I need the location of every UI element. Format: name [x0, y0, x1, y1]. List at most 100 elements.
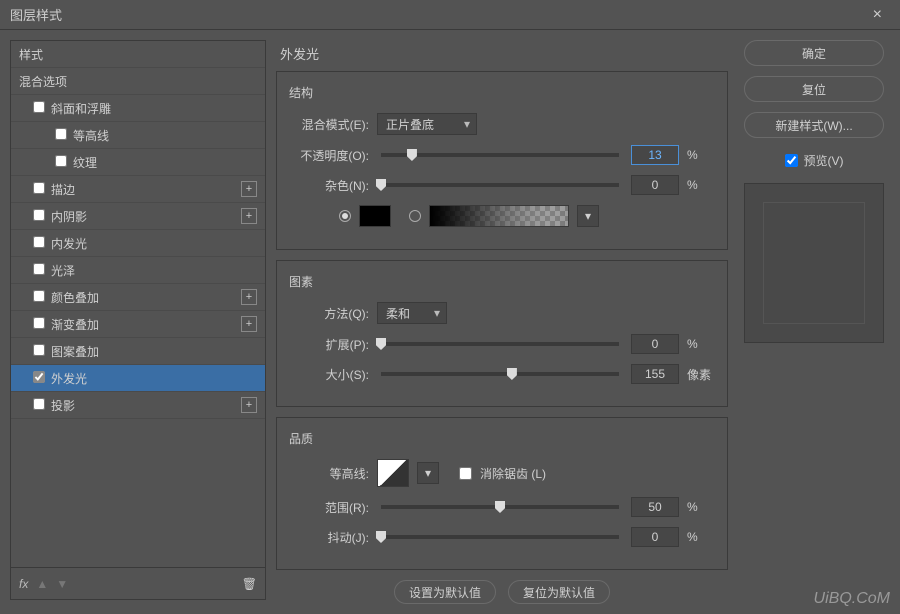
- spread-label: 扩展(P):: [289, 336, 369, 353]
- outer-glow-checkbox[interactable]: [33, 371, 45, 383]
- contour-dropdown-icon[interactable]: ▾: [417, 462, 439, 484]
- sidebar-pattern-overlay[interactable]: 图案叠加: [11, 338, 265, 365]
- opacity-label: 不透明度(O):: [289, 147, 369, 164]
- window-title: 图层样式: [10, 5, 62, 24]
- sidebar-inner-glow[interactable]: 内发光: [11, 230, 265, 257]
- noise-label: 杂色(N):: [289, 177, 369, 194]
- spread-slider[interactable]: [381, 342, 619, 346]
- inner-glow-checkbox[interactable]: [33, 236, 45, 248]
- structure-title: 结构: [289, 84, 715, 101]
- blend-mode-select[interactable]: 正片叠底: [377, 113, 477, 135]
- preview-label: 预览(V): [804, 152, 844, 169]
- sidebar-color-overlay[interactable]: 颜色叠加+: [11, 284, 265, 311]
- color-overlay-checkbox[interactable]: [33, 290, 45, 302]
- stroke-checkbox[interactable]: [33, 182, 45, 194]
- jitter-label: 抖动(J):: [289, 529, 369, 546]
- add-icon[interactable]: +: [241, 208, 257, 224]
- sidebar-satin[interactable]: 光泽: [11, 257, 265, 284]
- close-icon[interactable]: ×: [865, 2, 890, 28]
- contour-checkbox[interactable]: [55, 128, 67, 140]
- range-value[interactable]: 50: [631, 497, 679, 517]
- spread-unit: %: [687, 337, 715, 351]
- technique-label: 方法(Q):: [289, 305, 369, 322]
- sidebar-blend-options[interactable]: 混合选项: [11, 68, 265, 95]
- panel-title: 外发光: [276, 40, 728, 71]
- solid-color-radio[interactable]: [339, 210, 351, 222]
- sidebar-footer: fx ▲ ▼ 🗑: [11, 567, 265, 599]
- add-icon[interactable]: +: [241, 316, 257, 332]
- main-area: 外发光 结构 混合模式(E): 正片叠底 不透明度(O): 13 % 杂色(N)…: [276, 40, 890, 600]
- gradient-preview[interactable]: [429, 205, 569, 227]
- gradient-type-radio[interactable]: ▾: [409, 205, 599, 227]
- antialias-label: 消除锯齿 (L): [480, 465, 546, 482]
- sidebar-drop-shadow[interactable]: 投影+: [11, 392, 265, 419]
- arrow-up-icon[interactable]: ▲: [36, 577, 48, 591]
- arrow-down-icon[interactable]: ▼: [56, 577, 68, 591]
- ok-button[interactable]: 确定: [744, 40, 884, 66]
- reset-button[interactable]: 复位: [744, 76, 884, 102]
- quality-title: 品质: [289, 430, 715, 447]
- sidebar-bevel[interactable]: 斜面和浮雕: [11, 95, 265, 122]
- opacity-value[interactable]: 13: [631, 145, 679, 165]
- drop-shadow-checkbox[interactable]: [33, 398, 45, 410]
- size-label: 大小(S):: [289, 366, 369, 383]
- set-default-button[interactable]: 设置为默认值: [394, 580, 496, 604]
- pattern-overlay-checkbox[interactable]: [33, 344, 45, 356]
- styles-sidebar: 样式 混合选项 斜面和浮雕 等高线 纹理 描边+ 内阴影+ 内发光 光泽 颜色叠…: [10, 40, 266, 600]
- inner-shadow-checkbox[interactable]: [33, 209, 45, 221]
- right-column: 确定 复位 新建样式(W)... 预览(V): [738, 40, 890, 600]
- new-style-button[interactable]: 新建样式(W)...: [744, 112, 884, 138]
- range-unit: %: [687, 500, 715, 514]
- satin-checkbox[interactable]: [33, 263, 45, 275]
- fx-icon[interactable]: fx: [19, 577, 28, 591]
- jitter-value[interactable]: 0: [631, 527, 679, 547]
- size-unit: 像素: [687, 366, 715, 383]
- jitter-slider[interactable]: [381, 535, 619, 539]
- spread-value[interactable]: 0: [631, 334, 679, 354]
- watermark: UiBQ.CoM: [814, 590, 890, 608]
- sidebar-stroke[interactable]: 描边+: [11, 176, 265, 203]
- gradient-overlay-checkbox[interactable]: [33, 317, 45, 329]
- quality-group: 品质 等高线: ▾ 消除锯齿 (L) 范围(R): 50 % 抖动(J):: [276, 417, 728, 570]
- gradient-radio[interactable]: [409, 210, 421, 222]
- noise-slider[interactable]: [381, 183, 619, 187]
- opacity-unit: %: [687, 148, 715, 162]
- jitter-unit: %: [687, 530, 715, 544]
- trash-icon[interactable]: 🗑: [242, 577, 257, 591]
- bevel-checkbox[interactable]: [33, 101, 45, 113]
- elements-title: 图素: [289, 273, 715, 290]
- contour-preview[interactable]: [377, 459, 409, 487]
- settings-panel: 外发光 结构 混合模式(E): 正片叠底 不透明度(O): 13 % 杂色(N)…: [276, 40, 728, 600]
- dialog-body: 样式 混合选项 斜面和浮雕 等高线 纹理 描边+ 内阴影+ 内发光 光泽 颜色叠…: [0, 30, 900, 610]
- color-swatch[interactable]: [359, 205, 391, 227]
- sidebar-texture[interactable]: 纹理: [11, 149, 265, 176]
- structure-group: 结构 混合模式(E): 正片叠底 不透明度(O): 13 % 杂色(N): 0 …: [276, 71, 728, 250]
- antialias-checkbox[interactable]: [459, 467, 472, 480]
- size-slider[interactable]: [381, 372, 619, 376]
- noise-value[interactable]: 0: [631, 175, 679, 195]
- sidebar-outer-glow[interactable]: 外发光: [11, 365, 265, 392]
- elements-group: 图素 方法(Q): 柔和 扩展(P): 0 % 大小(S): 155 像素: [276, 260, 728, 407]
- contour-label: 等高线:: [289, 465, 369, 482]
- reset-default-button[interactable]: 复位为默认值: [508, 580, 610, 604]
- sidebar-styles-header[interactable]: 样式: [11, 41, 265, 68]
- add-icon[interactable]: +: [241, 289, 257, 305]
- range-slider[interactable]: [381, 505, 619, 509]
- sidebar-gradient-overlay[interactable]: 渐变叠加+: [11, 311, 265, 338]
- sidebar-contour[interactable]: 等高线: [11, 122, 265, 149]
- technique-select[interactable]: 柔和: [377, 302, 447, 324]
- gradient-dropdown-icon[interactable]: ▾: [577, 205, 599, 227]
- texture-checkbox[interactable]: [55, 155, 67, 167]
- blend-mode-label: 混合模式(E):: [289, 116, 369, 133]
- preview-checkbox[interactable]: [785, 154, 798, 167]
- range-label: 范围(R):: [289, 499, 369, 516]
- add-icon[interactable]: +: [241, 397, 257, 413]
- size-value[interactable]: 155: [631, 364, 679, 384]
- titlebar: 图层样式 ×: [0, 0, 900, 30]
- add-icon[interactable]: +: [241, 181, 257, 197]
- noise-unit: %: [687, 178, 715, 192]
- color-type-radio[interactable]: [339, 205, 391, 227]
- preview-thumbnail: [744, 183, 884, 343]
- sidebar-inner-shadow[interactable]: 内阴影+: [11, 203, 265, 230]
- opacity-slider[interactable]: [381, 153, 619, 157]
